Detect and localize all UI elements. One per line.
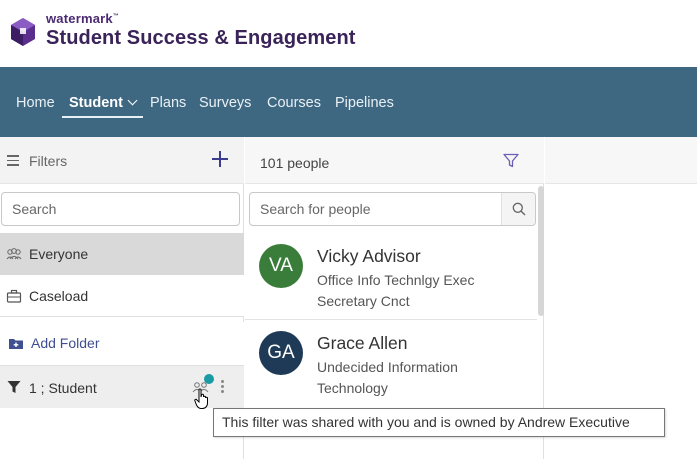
filters-sidebar: Filters Everyone Caseload Add Folder bbox=[0, 137, 244, 459]
filter-icon[interactable] bbox=[503, 153, 519, 168]
person-name: Vicky Advisor bbox=[317, 246, 421, 266]
people-count: 101 people bbox=[260, 155, 330, 171]
more-options-icon[interactable] bbox=[221, 380, 225, 394]
people-search-box bbox=[249, 192, 536, 226]
brand-name: watermark™ bbox=[46, 11, 120, 26]
people-search-button[interactable] bbox=[501, 193, 535, 225]
filter-funnel-icon bbox=[7, 381, 21, 393]
people-search-input[interactable] bbox=[250, 193, 500, 225]
group-icon bbox=[6, 248, 22, 260]
person-name: Grace Allen bbox=[317, 333, 408, 353]
briefcase-icon bbox=[6, 289, 22, 303]
filters-title: Filters bbox=[29, 153, 68, 169]
notification-dot bbox=[204, 374, 214, 384]
person-description: Undecided Information Technology bbox=[317, 359, 458, 396]
detail-panel-header bbox=[545, 137, 697, 184]
person-list-item[interactable]: VA Vicky Advisor Office Info Technlgy Ex… bbox=[245, 234, 537, 320]
shared-filter-tooltip: This filter was shared with you and is o… bbox=[213, 408, 665, 437]
sidebar-item-label: Everyone bbox=[29, 246, 89, 262]
add-folder-label: Add Folder bbox=[31, 335, 100, 351]
filters-header: Filters bbox=[0, 137, 244, 184]
person-list-item[interactable]: GA Grace Allen Undecided Information Tec… bbox=[245, 321, 537, 407]
active-nav-indicator bbox=[62, 116, 143, 118]
nav-courses[interactable]: Courses bbox=[267, 95, 321, 111]
add-folder-icon bbox=[9, 339, 23, 349]
sidebar-item-label: Caseload bbox=[29, 288, 89, 304]
people-list-scrollbar[interactable] bbox=[538, 186, 544, 316]
app-title: Student Success & Engagement bbox=[46, 27, 356, 49]
saved-filter-label: 1 ; Student bbox=[29, 380, 97, 396]
nav-student[interactable]: Student bbox=[69, 95, 138, 111]
chevron-down-icon bbox=[127, 95, 138, 106]
nav-home[interactable]: Home bbox=[16, 95, 55, 111]
nav-plans[interactable]: Plans bbox=[150, 95, 186, 111]
add-filter-plus-icon[interactable] bbox=[212, 151, 228, 167]
nav-surveys[interactable]: Surveys bbox=[199, 95, 251, 111]
add-folder-button[interactable]: Add Folder bbox=[0, 322, 244, 366]
app-header: watermark™ Student Success & Engagement bbox=[0, 0, 697, 67]
sidebar-item-everyone[interactable]: Everyone bbox=[0, 233, 244, 275]
sidebar-item-caseload[interactable]: Caseload bbox=[0, 275, 244, 317]
trademark-mark: ™ bbox=[112, 13, 120, 20]
main-navigation: Home Student Plans Surveys Courses Pipel… bbox=[0, 67, 697, 137]
avatar: VA bbox=[259, 244, 303, 288]
avatar: GA bbox=[259, 331, 303, 375]
sidebar-item-saved-filter[interactable]: 1 ; Student bbox=[0, 366, 244, 409]
nav-pipelines[interactable]: Pipelines bbox=[335, 95, 394, 111]
watermark-logo-icon bbox=[11, 18, 35, 46]
hamburger-menu-icon[interactable] bbox=[7, 155, 19, 166]
person-description: Office Info Technlgy Exec Secretary Cnct bbox=[317, 272, 475, 309]
search-icon bbox=[512, 202, 526, 216]
filter-search-input[interactable] bbox=[1, 192, 240, 226]
hand-cursor-icon bbox=[194, 388, 208, 409]
people-header: 101 people bbox=[245, 137, 544, 184]
